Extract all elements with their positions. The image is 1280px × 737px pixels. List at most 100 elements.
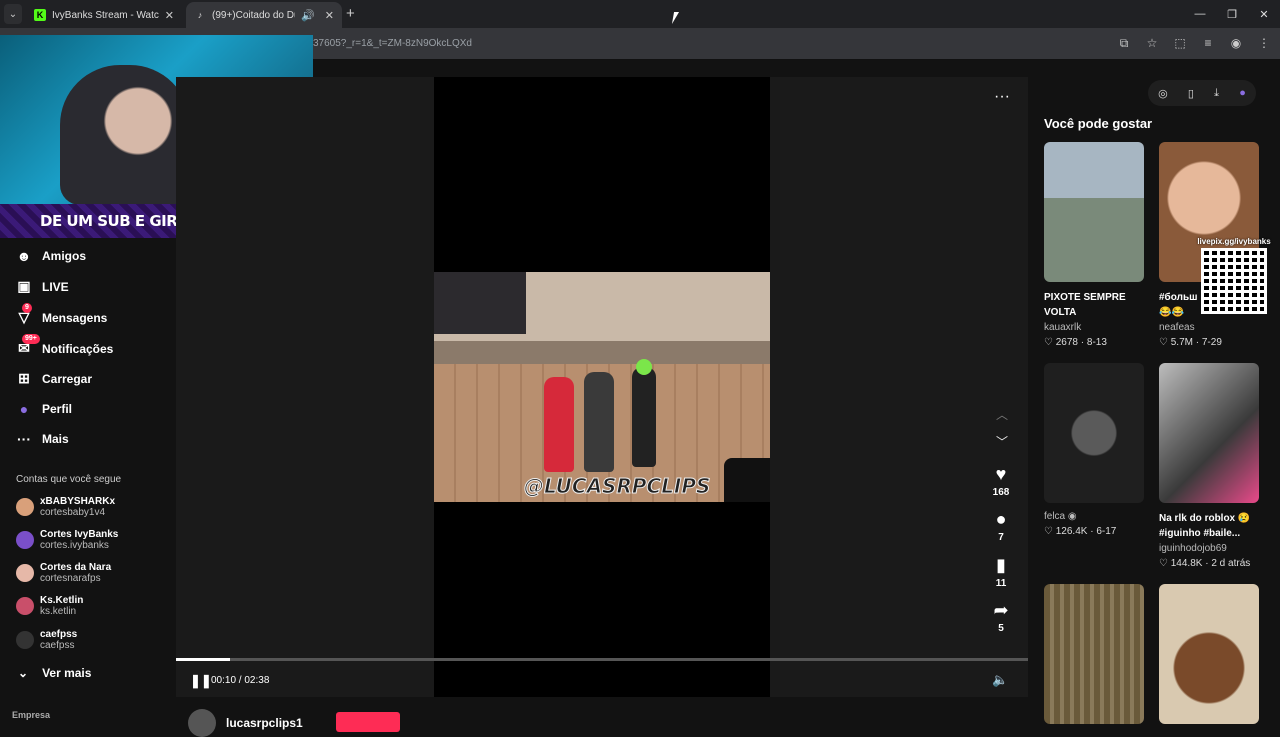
- next-video-icon[interactable]: ﹀: [996, 433, 1008, 450]
- video-author[interactable]: lucasrpclips1: [188, 709, 303, 737]
- video-thumbnail: [1044, 142, 1144, 282]
- cast-icon[interactable]: ⧉: [1116, 36, 1132, 51]
- recommended-video[interactable]: [1044, 584, 1144, 724]
- nav-upload[interactable]: ⊞ Carregar: [16, 370, 92, 387]
- more-options-icon[interactable]: ···: [994, 88, 1010, 106]
- following-account[interactable]: Cortes IvyBanks cortes.ivybanks: [16, 529, 118, 551]
- qr-label: livepix.gg/ivybanks: [1197, 237, 1271, 246]
- tab-list-button[interactable]: ⌄: [4, 4, 22, 24]
- restore-button[interactable]: ❐: [1216, 0, 1248, 28]
- avatar: [16, 531, 34, 549]
- compass-icon[interactable]: ◎: [1158, 87, 1168, 100]
- streamer-image: [60, 65, 190, 205]
- game-character: [544, 377, 574, 472]
- nav-messages[interactable]: ▽ 9 Mensagens: [16, 303, 108, 326]
- progress-fill: [176, 658, 230, 661]
- bookmark-icon: ▮: [996, 555, 1006, 575]
- see-more-button[interactable]: ⌄ Ver mais: [18, 666, 91, 680]
- share-icon: ➦: [993, 600, 1009, 620]
- profile-avatar-icon[interactable]: ●: [1239, 87, 1246, 99]
- volume-icon[interactable]: 🔈: [992, 672, 1008, 688]
- save-button[interactable]: ▮ 11: [985, 555, 1017, 589]
- messages-icon: ▽ 9: [16, 303, 32, 326]
- video-date: 6-17: [1096, 526, 1117, 537]
- clip-streamer-cam: [434, 272, 526, 334]
- tab-title: IvyBanks Stream - Watch Live o: [52, 9, 159, 21]
- tab-ivybanks-stream[interactable]: K IvyBanks Stream - Watch Live o ✕: [26, 2, 182, 28]
- pause-icon[interactable]: ❚❚: [190, 673, 212, 689]
- video-progress-bar[interactable]: [176, 658, 1028, 661]
- window-controls: — ❐ ✕: [1184, 0, 1280, 28]
- heart-icon: ♥: [995, 464, 1007, 484]
- livepix-qr-overlay: livepix.gg/ivybanks: [1196, 237, 1272, 325]
- following-account[interactable]: Ks.Ketlin ks.ketlin: [16, 595, 83, 617]
- close-tab-icon[interactable]: ✕: [325, 9, 334, 22]
- following-title: Contas que você segue: [16, 474, 122, 485]
- nav-live[interactable]: ▣ LIVE: [16, 278, 68, 295]
- avatar: [16, 498, 34, 516]
- video-user: iguinhodojob69: [1159, 543, 1227, 554]
- more-icon: ···: [17, 431, 31, 447]
- following-account[interactable]: caefpss caefpss: [16, 629, 77, 651]
- time-display: 00:10 / 02:38: [211, 675, 270, 686]
- bookmark-star-icon[interactable]: ☆: [1144, 36, 1160, 51]
- notifications-badge: 99+: [22, 334, 40, 344]
- following-account[interactable]: Cortes da Nara cortesnarafps: [16, 562, 111, 584]
- video-caption: Na rlk do roblox 😢 #iguinho #baile...: [1159, 513, 1251, 539]
- account-handle: cortesbaby1v4: [40, 507, 106, 518]
- recommended-video[interactable]: [1159, 584, 1259, 724]
- video-meta: ♡ 2678 · 8-13: [1044, 337, 1107, 348]
- video-caption: #больш 😂😂: [1159, 292, 1198, 318]
- friends-icon: ☻: [16, 248, 32, 264]
- video-meta: ♡ 5.7M · 7-29: [1159, 337, 1222, 348]
- comment-button[interactable]: ● 7: [985, 509, 1017, 543]
- new-tab-button[interactable]: +: [346, 5, 355, 22]
- video-meta: ♡ 144.8K · 2 d atrás: [1159, 558, 1251, 569]
- nav-label: Mensagens: [42, 310, 108, 325]
- nav-label: Perfil: [42, 402, 73, 416]
- minimize-button[interactable]: —: [1184, 0, 1216, 28]
- following-account[interactable]: xBABYSHARKx cortesbaby1v4: [16, 496, 115, 518]
- comment-count: 7: [998, 532, 1004, 543]
- like-count: 126.4K: [1055, 526, 1088, 537]
- nav-notifications[interactable]: ✉ 99+ Notificações: [16, 334, 113, 357]
- share-count: 5: [998, 623, 1004, 634]
- speaker-icon[interactable]: 🔊: [301, 9, 315, 22]
- mouse-cursor-icon: [671, 12, 685, 24]
- video-caption: PIXOTE SEMPRE VOLTA KKKKKKKK...: [1044, 292, 1126, 318]
- previous-video-icon[interactable]: ︿: [996, 406, 1008, 423]
- recommended-video[interactable]: PIXOTE SEMPRE VOLTA KKKKKKKK... kauaxrlk…: [1044, 142, 1144, 348]
- extensions-icon[interactable]: ⬚: [1172, 36, 1188, 51]
- close-tab-icon[interactable]: ✕: [165, 9, 174, 22]
- account-handle: cortesnarafps: [40, 573, 101, 584]
- recommendations-title: Você pode gostar: [1044, 116, 1153, 131]
- like-button[interactable]: ♥ 168: [985, 464, 1017, 498]
- upload-icon: ⊞: [18, 370, 30, 386]
- nav-profile[interactable]: ● Perfil: [16, 401, 72, 417]
- download-icon[interactable]: ⤓: [1214, 87, 1219, 100]
- nav-label: Carregar: [42, 371, 93, 386]
- close-window-button[interactable]: ✕: [1248, 0, 1280, 28]
- media-icon[interactable]: ≡: [1200, 36, 1216, 51]
- recommended-video[interactable]: Na rlk do roblox 😢 #iguinho #baile... ig…: [1159, 363, 1259, 569]
- company-link[interactable]: Empresa: [12, 710, 50, 720]
- video-date: 8-13: [1086, 337, 1107, 348]
- video-user: kauaxrlk: [1044, 322, 1082, 333]
- nav-friends[interactable]: ☻ Amigos: [16, 248, 86, 264]
- video-thumbnail: [1044, 584, 1144, 724]
- profile-avatar-icon[interactable]: ◉: [1228, 36, 1244, 51]
- game-phone: [724, 458, 770, 502]
- video-content[interactable]: @LUCASRPCLIPS: [434, 272, 770, 502]
- account-handle: ks.ketlin: [40, 606, 77, 617]
- see-more-label: Ver mais: [42, 666, 92, 680]
- url-field[interactable]: 37605?_r=1&_t=ZM-8zN9OkcLQXd: [313, 38, 472, 49]
- follow-button[interactable]: [336, 712, 400, 732]
- share-button[interactable]: ➦ 5: [985, 600, 1017, 634]
- recommended-video[interactable]: felca ◉ ♡ 126.4K · 6-17: [1044, 363, 1144, 537]
- phone-icon[interactable]: ▯: [1188, 87, 1194, 100]
- tab-tiktok-video[interactable]: ♪ (99+)Coitado do Dubem m 🔊 ✕: [186, 2, 342, 28]
- browser-menu-icon[interactable]: ⋮: [1256, 36, 1272, 51]
- like-count: 168: [992, 487, 1010, 498]
- nav-more[interactable]: ··· Mais: [16, 431, 69, 447]
- video-user: felca ◉: [1044, 511, 1077, 522]
